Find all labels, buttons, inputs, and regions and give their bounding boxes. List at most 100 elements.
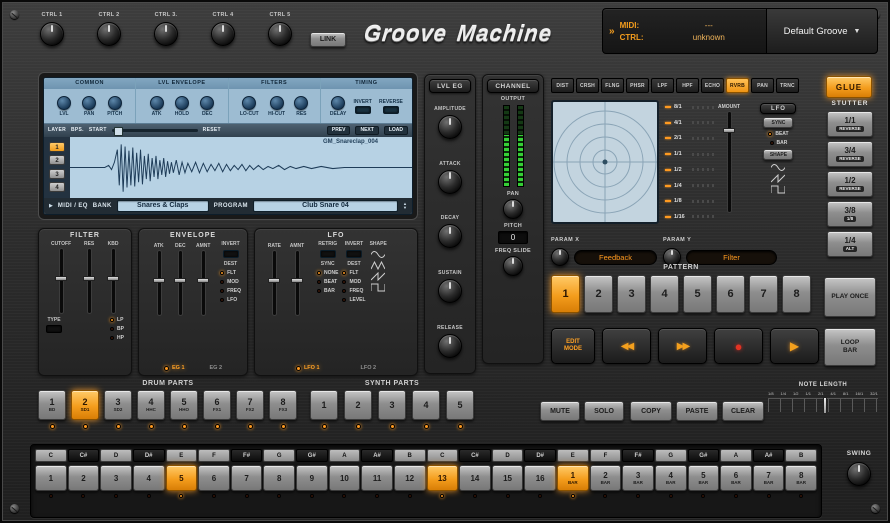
rate-row[interactable]: 1/4: [665, 183, 714, 189]
square-wave-icon[interactable]: [371, 283, 385, 292]
note-key[interactable]: D: [100, 449, 132, 462]
layer-button[interactable]: 1: [49, 142, 65, 152]
slider-handle[interactable]: [197, 278, 209, 283]
preset-selector[interactable]: Default Groove ▼: [767, 9, 877, 53]
stutter-button[interactable]: 1/1 REVERSE: [827, 111, 873, 137]
note-key[interactable]: D: [492, 449, 524, 462]
lfo-slider[interactable]: [291, 251, 303, 315]
drum-part-button[interactable]: 6 FX1: [203, 390, 231, 420]
note-key[interactable]: G#: [296, 449, 328, 462]
filter-slider[interactable]: [55, 249, 67, 313]
bar-option[interactable]: BAR: [770, 140, 788, 146]
step-button[interactable]: 4 BAR: [655, 465, 687, 491]
note-key[interactable]: A: [329, 449, 361, 462]
step-button[interactable]: 5 BAR: [688, 465, 720, 491]
pattern-button[interactable]: 2: [584, 275, 613, 313]
step-button[interactable]: 15: [492, 465, 524, 491]
step-button[interactable]: 14: [459, 465, 491, 491]
prev-button[interactable]: PREV: [327, 126, 351, 135]
drum-part-button[interactable]: 1 BD: [38, 390, 66, 420]
layer-button[interactable]: 4: [49, 182, 65, 192]
filter-slider[interactable]: [107, 249, 119, 313]
stutter-button[interactable]: 1/4 ALT: [827, 231, 873, 257]
sample-start-slider[interactable]: [112, 129, 198, 132]
note-key[interactable]: B: [394, 449, 426, 462]
forward-button[interactable]: ▶▶: [658, 328, 707, 364]
note-length-handle[interactable]: [823, 397, 827, 414]
pan-knob[interactable]: [503, 199, 523, 219]
dest-option[interactable]: FLT: [220, 270, 241, 276]
rate-row[interactable]: 1/16: [665, 214, 714, 220]
effect-button[interactable]: LPF: [651, 78, 674, 93]
dest-option[interactable]: FREQ: [342, 288, 365, 294]
invert-button[interactable]: [346, 250, 362, 258]
note-key[interactable]: A#: [361, 449, 393, 462]
invert-button[interactable]: [355, 106, 371, 114]
sine-wave-icon[interactable]: [771, 163, 785, 172]
effect-button[interactable]: ECHO: [701, 78, 724, 93]
stutter-button[interactable]: 1/2 REVERSE: [827, 171, 873, 197]
loop-bar-button[interactable]: LOOP BAR: [824, 328, 876, 366]
slider-handle[interactable]: [55, 276, 67, 281]
drum-part-button[interactable]: 5 HHO: [170, 390, 198, 420]
type-button[interactable]: [46, 325, 62, 333]
synth-part-button[interactable]: 1: [310, 390, 338, 420]
rate-row[interactable]: 1/2: [665, 167, 714, 173]
note-key[interactable]: C: [35, 449, 67, 462]
slider-handle[interactable]: [268, 278, 280, 283]
screen-knob-dial[interactable]: [175, 96, 189, 110]
slider-handle[interactable]: [291, 278, 303, 283]
stutter-button[interactable]: 3/8 1/8: [827, 201, 873, 227]
synth-part-button[interactable]: 3: [378, 390, 406, 420]
slider-handle[interactable]: [153, 278, 165, 283]
pattern-button[interactable]: 6: [716, 275, 745, 313]
mute-button[interactable]: MUTE: [540, 401, 580, 421]
dest-option[interactable]: FLT: [342, 270, 365, 276]
program-selector[interactable]: Club Snare 04: [253, 200, 398, 212]
sync-option[interactable]: BEAT: [317, 279, 338, 285]
pattern-button[interactable]: 7: [749, 275, 778, 313]
screen-knob-dial[interactable]: [150, 96, 164, 110]
drum-part-button[interactable]: 7 FX2: [236, 390, 264, 420]
effect-button[interactable]: HPF: [676, 78, 699, 93]
sine-wave-icon[interactable]: [371, 250, 385, 259]
saw-wave-icon[interactable]: [771, 174, 785, 183]
filter-type-option[interactable]: BP: [110, 326, 124, 332]
step-button[interactable]: 2 BAR: [590, 465, 622, 491]
note-key[interactable]: C#: [68, 449, 100, 462]
step-button[interactable]: 7 BAR: [753, 465, 785, 491]
step-button[interactable]: 3: [100, 465, 132, 491]
copy-button[interactable]: COPY: [630, 401, 672, 421]
filter-slider[interactable]: [83, 249, 95, 313]
step-button[interactable]: 13: [427, 465, 459, 491]
retrig-button[interactable]: [320, 250, 336, 258]
link-button[interactable]: LINK: [310, 32, 346, 47]
program-spinner[interactable]: ▲ ▼: [403, 202, 407, 210]
effect-button[interactable]: TRNC: [776, 78, 799, 93]
step-button[interactable]: 3 BAR: [622, 465, 654, 491]
rate-row[interactable]: 1/1: [665, 151, 714, 157]
pattern-button[interactable]: 1: [551, 275, 580, 313]
eg-knob-dial[interactable]: [438, 170, 462, 194]
note-key[interactable]: D#: [133, 449, 165, 462]
envelope-slider[interactable]: [197, 251, 209, 315]
dest-option[interactable]: LEVEL: [342, 297, 365, 303]
drum-part-button[interactable]: 2 SD1: [71, 390, 99, 420]
step-button[interactable]: 2: [68, 465, 100, 491]
note-key[interactable]: G: [263, 449, 295, 462]
rate-row[interactable]: 4/1: [665, 120, 714, 126]
effect-button[interactable]: RVRB: [726, 78, 749, 93]
eg-knob-dial[interactable]: [438, 334, 462, 358]
play-once-button[interactable]: PLAY ONCE: [824, 277, 876, 317]
effect-button[interactable]: PHSR: [626, 78, 649, 93]
note-key[interactable]: G#: [688, 449, 720, 462]
bank-selector[interactable]: Snares & Claps: [117, 200, 209, 212]
ctrl-knob-dial[interactable]: [268, 22, 292, 46]
note-key[interactable]: F: [590, 449, 622, 462]
shape-button[interactable]: SHAPE: [763, 149, 793, 160]
reverse-button[interactable]: [383, 106, 399, 114]
eg2-tab[interactable]: EG 2: [209, 365, 222, 371]
beat-option[interactable]: BEAT: [768, 131, 788, 137]
lfo1-tab[interactable]: LFO 1: [296, 365, 320, 371]
pattern-button[interactable]: 3: [617, 275, 646, 313]
